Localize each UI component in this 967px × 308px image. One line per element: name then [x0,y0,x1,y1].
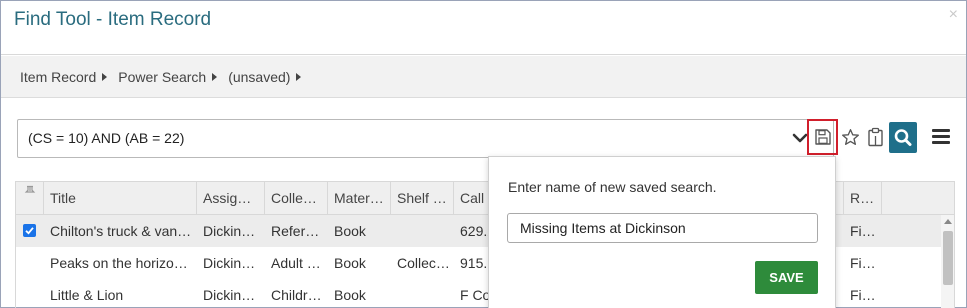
hamburger-menu-icon[interactable] [932,129,950,147]
breadcrumb-bar: Item Record Power Search (unsaved) [1,56,966,98]
column-header-title[interactable]: Title [44,182,197,215]
cell-r: Fi… [850,223,876,239]
caret-right-icon [212,73,218,81]
popup-label: Enter name of new saved search. [508,179,717,195]
checkmark-icon [25,227,34,235]
breadcrumb-label: Item Record [20,69,97,85]
cell-title: Peaks on the horizo… [50,255,188,271]
breadcrumb-item-record[interactable]: Item Record [20,69,108,85]
search-query-text: (CS = 10) AND (AB = 22) [28,130,185,146]
clipboard-icon[interactable] [867,127,884,147]
column-header-r[interactable]: R… [844,182,882,215]
cell-assigned: Dickin… [203,223,256,239]
cell-assigned: Dickin… [203,255,256,271]
caret-right-icon [296,73,302,81]
search-button[interactable] [889,122,917,153]
cell-r: Fi… [850,255,876,271]
save-button[interactable]: SAVE [755,261,818,294]
star-icon[interactable] [841,128,860,147]
cell-shelf: Collec… [397,255,450,271]
column-header-material[interactable]: Mater… [328,182,391,215]
save-search-popup: Enter name of new saved search. SAVE [488,156,836,308]
breadcrumb-power-search[interactable]: Power Search [118,69,218,85]
cell-assigned: Dickin… [203,287,256,303]
breadcrumb-label: (unsaved) [228,69,291,85]
breadcrumb: Item Record Power Search (unsaved) [20,69,312,85]
scrollbar-thumb[interactable] [943,231,953,285]
search-icon [894,129,912,146]
column-header-collection[interactable]: Colle… [265,182,328,215]
cell-shelf [391,279,454,308]
scroll-up-icon[interactable] [944,219,952,224]
search-query-field[interactable]: (CS = 10) AND (AB = 22) [17,119,834,158]
pin-icon [24,185,36,193]
window-title: Find Tool - Item Record [14,9,212,30]
row-checkbox[interactable] [23,224,36,237]
cell-r: Fi… [850,287,876,303]
column-header-shelf[interactable]: Shelf … [391,182,454,215]
caret-right-icon [102,73,108,81]
cell-title: Little & Lion [50,287,124,303]
cell-material: Book [334,223,366,239]
breadcrumb-unsaved[interactable]: (unsaved) [228,69,302,85]
breadcrumb-label: Power Search [118,69,207,85]
cell-material: Book [334,287,366,303]
cell-collection: Adult … [271,255,321,271]
cell-collection: Refer… [271,223,320,239]
column-header-assigned[interactable]: Assig… [197,182,265,215]
cell-shelf [391,215,454,247]
chevron-down-icon[interactable] [792,130,808,146]
title-bar: Find Tool - Item Record × [1,1,966,55]
save-icon[interactable] [814,128,832,146]
close-icon[interactable]: × [949,6,958,24]
cell-title: Chilton's truck & van… [50,223,192,239]
cell-material: Book [334,255,366,271]
pin-column-header[interactable] [16,182,44,215]
cell-collection: Childr… [271,287,322,303]
vertical-scrollbar[interactable] [941,215,954,308]
find-tool-window: Find Tool - Item Record × Item Record Po… [0,0,967,308]
saved-search-name-input[interactable] [507,213,818,243]
